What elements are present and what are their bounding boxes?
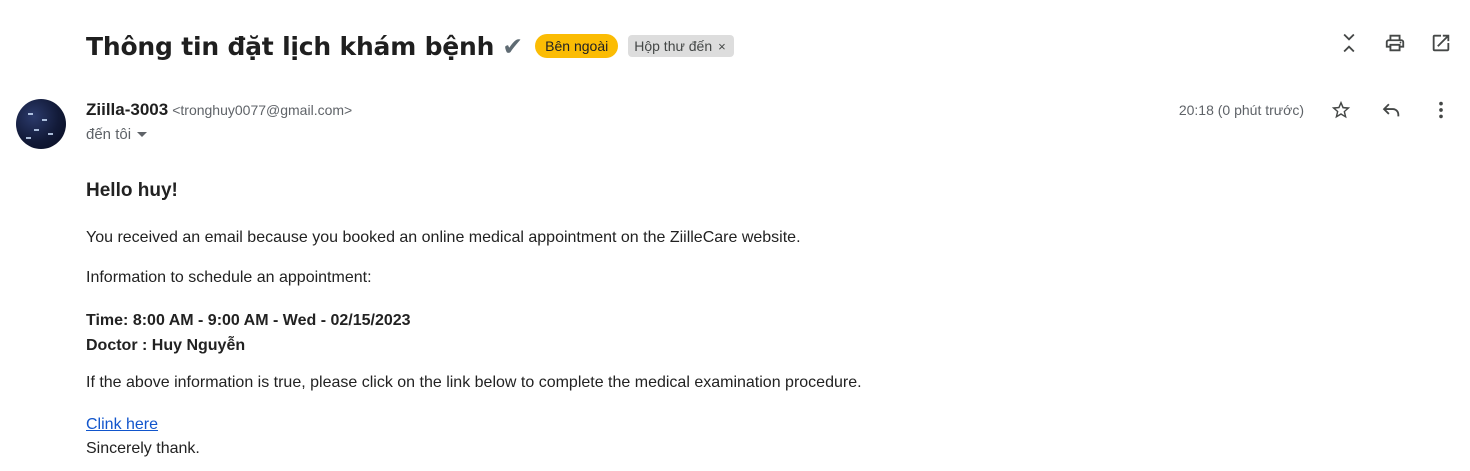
schedule-heading: Information to schedule an appointment:: [86, 269, 372, 286]
label-inbox-text: Hộp thư đến: [634, 38, 713, 54]
email-subject: Thông tin đặt lịch khám bệnh: [86, 31, 495, 61]
appointment-doctor: Doctor : Huy Nguyễn: [86, 337, 246, 354]
closing-text: Sincerely thank.: [86, 440, 200, 457]
star-icon[interactable]: [1330, 99, 1352, 121]
message-body: Hello huy! You received an email because…: [86, 180, 1186, 461]
print-icon[interactable]: [1384, 32, 1406, 54]
label-external[interactable]: Bên ngoài: [535, 34, 619, 58]
recipient-label: đến tôi: [86, 126, 132, 143]
thread-actions: [1338, 32, 1452, 54]
appointment-time: Time: 8:00 AM - 9:00 AM - Wed - 02/15/20…: [86, 312, 411, 329]
sender-name[interactable]: Ziilla-3003: [86, 100, 168, 120]
chevron-down-icon[interactable]: [137, 132, 148, 137]
subject-row: Thông tin đặt lịch khám bệnh ✔ Bên ngoài…: [86, 26, 734, 66]
greeting: Hello huy!: [86, 180, 178, 201]
sender-avatar[interactable]: [16, 99, 66, 149]
timestamp: 20:18 (0 phút trước): [1178, 102, 1304, 118]
recipient-details[interactable]: đến tôi: [86, 126, 148, 143]
label-inbox[interactable]: Hộp thư đến ×: [628, 35, 734, 57]
more-options-icon[interactable]: [1430, 99, 1452, 121]
check-mark-icon: ✔: [502, 31, 524, 61]
confirm-link[interactable]: Clink here: [86, 413, 1186, 437]
message-meta: 20:18 (0 phút trước): [1179, 99, 1452, 121]
sender-email: <tronghuy0077@gmail.com>: [172, 102, 353, 118]
sender-line: Ziilla-3003 <tronghuy0077@gmail.com>: [86, 100, 352, 120]
intro-paragraph: You received an email because you booked…: [86, 229, 801, 246]
open-new-window-icon[interactable]: [1430, 32, 1452, 54]
reply-icon[interactable]: [1380, 99, 1402, 121]
collapse-icon[interactable]: [1338, 32, 1360, 54]
instruction-paragraph: If the above information is true, please…: [86, 374, 862, 391]
remove-label-icon[interactable]: ×: [718, 39, 726, 54]
appointment-details: Time: 8:00 AM - 9:00 AM - Wed - 02/15/20…: [86, 308, 1186, 358]
